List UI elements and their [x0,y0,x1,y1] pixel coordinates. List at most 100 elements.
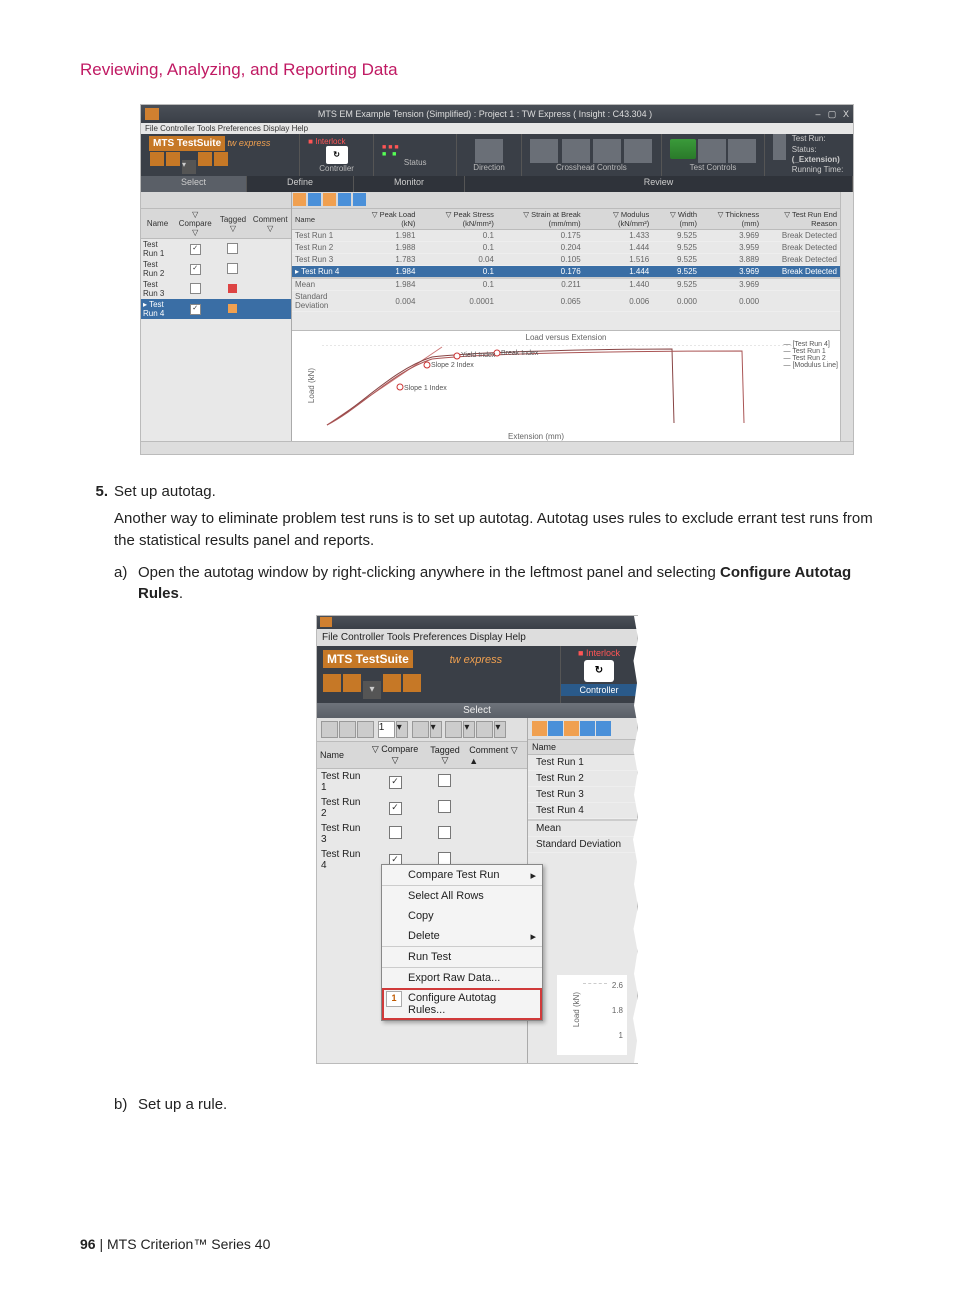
dropdown-icon[interactable]: ▾ [494,721,506,738]
report-icon[interactable] [773,134,786,160]
toolbar-icon[interactable] [321,721,338,738]
menu-item-delete[interactable]: Delete▸ [382,926,542,946]
crosshead-button[interactable] [624,139,652,163]
compare-checkbox[interactable] [190,283,201,294]
pause-button[interactable] [698,139,726,163]
controller-reset-icon[interactable]: ↻ [584,660,614,682]
left-toolbar[interactable] [141,192,291,209]
toolbar-icon[interactable] [343,674,361,692]
menu-item-export[interactable]: Export Raw Data... [382,967,542,988]
col-comment[interactable]: Comment ▽ [250,209,292,239]
compare-checkbox[interactable] [389,802,402,815]
menu-item-compare[interactable]: Compare Test Run▸ [382,865,542,885]
controller-reset-icon[interactable]: ↻ [326,146,348,164]
col-name[interactable]: Name [528,740,637,755]
table-row[interactable]: Test Run 2 [528,771,637,787]
table-row[interactable]: Test Run 4 [528,803,637,819]
toolbar-icon[interactable] [445,721,462,738]
window-close-button[interactable]: X [839,109,853,119]
horizontal-scrollbar[interactable] [141,441,853,454]
toolbar-icon[interactable] [357,721,374,738]
menu-bar[interactable]: File Controller Tools Preferences Displa… [141,123,853,134]
col-tagged[interactable]: Tagged ▽ [216,209,249,239]
toolbar-icon[interactable] [353,193,366,206]
toolbar-icon[interactable] [198,152,212,166]
dropdown-icon[interactable]: ▾ [430,721,442,738]
table-row[interactable]: Test Run 1 [528,755,637,771]
toolbar-icons[interactable]: ▾ [323,674,554,699]
tab-review[interactable]: Review [465,176,853,192]
menu-bar[interactable]: File Controller Tools Preferences Displa… [317,629,637,646]
toolbar-icon[interactable]: 1 [378,721,395,738]
table-row[interactable]: Test Run 11.9810.10.1751.4339.5253.969Br… [292,230,840,242]
compare-checkbox[interactable] [389,776,402,789]
vertical-scrollbar[interactable] [840,192,853,441]
left-toolbar[interactable]: 1▾ ▾ ▾▾ [317,718,527,742]
compare-checkbox[interactable] [190,304,201,315]
results-toolbar[interactable] [528,718,637,740]
table-row-selected[interactable]: ▸ Test Run 41.9840.10.1761.4449.5253.969… [292,266,840,279]
menu-item-configure-autotag[interactable]: 1 Configure Autotag Rules... [382,988,542,1020]
toolbar-icon[interactable] [532,721,547,736]
dropdown-icon[interactable]: ▾ [396,721,408,738]
crosshead-button[interactable] [593,139,621,163]
toolbar-icon[interactable] [323,674,341,692]
toolbar-icon[interactable] [383,674,401,692]
table-row[interactable]: Test Run 1 [141,239,291,260]
tagged-checkbox[interactable] [438,826,451,839]
table-row[interactable]: Test Run 3 [317,821,527,847]
toolbar-icon[interactable] [476,721,493,738]
table-row[interactable]: Test Run 21.9880.10.2041.4449.5253.959Br… [292,242,840,254]
compare-checkbox[interactable] [190,264,201,275]
toolbar-icon[interactable] [339,721,356,738]
toolbar-icon[interactable] [214,152,228,166]
toolbar-icon[interactable] [166,152,180,166]
tagged-checkbox[interactable] [228,304,237,313]
toolbar-icon[interactable] [596,721,611,736]
menu-item-select-all[interactable]: Select All Rows [382,885,542,906]
toolbar-icon[interactable] [293,193,306,206]
compare-checkbox[interactable] [190,244,201,255]
toolbar-icon[interactable] [564,721,579,736]
menu-item-run-test[interactable]: Run Test [382,946,542,967]
toolbar-icon[interactable] [412,721,429,738]
toolbar-icons[interactable]: ▾ [149,151,291,175]
table-row[interactable]: Test Run 3 [528,787,637,803]
tagged-checkbox[interactable] [227,263,238,274]
table-row-selected[interactable]: ▸ Test Run 4 [141,299,291,319]
tab-select[interactable]: Select [141,176,247,192]
table-row[interactable]: Test Run 31.7830.040.1051.5169.5253.889B… [292,254,840,266]
col-compare[interactable]: ▽ Compare ▽ [174,209,216,239]
toolbar-icon[interactable] [548,721,563,736]
crosshead-button[interactable] [562,139,590,163]
col-name[interactable]: Name [141,209,174,239]
toolbar-icon[interactable]: ▾ [363,681,381,699]
window-minimize-button[interactable]: – [811,109,825,119]
crosshead-button[interactable] [530,139,558,163]
tagged-checkbox[interactable] [438,774,451,787]
results-toolbar[interactable] [292,192,840,209]
run-button[interactable] [670,139,696,159]
tagged-checkbox[interactable] [438,800,451,813]
stop-button[interactable] [728,139,756,163]
tab-select[interactable]: Select [317,703,637,718]
compare-checkbox[interactable] [389,826,402,839]
toolbar-icon[interactable]: ▾ [182,160,196,174]
menu-item-copy[interactable]: Copy [382,906,542,926]
toolbar-icon[interactable] [308,193,321,206]
tab-define[interactable]: Define [247,176,354,192]
results-grid[interactable]: Name ▽ Peak Load (kN) ▽ Peak Stress (kN/… [292,209,840,312]
test-run-table[interactable]: Name ▽ Compare ▽ Tagged ▽ Comment ▽ Test… [141,209,291,319]
table-row[interactable]: Test Run 3 [141,279,291,299]
dropdown-icon[interactable]: ▾ [463,721,475,738]
toolbar-icon[interactable] [338,193,351,206]
toolbar-icon[interactable] [150,152,164,166]
window-maximize-button[interactable]: ▢ [825,109,839,120]
tagged-checkbox[interactable] [227,243,238,254]
table-row[interactable]: Test Run 1 [317,769,527,796]
tab-monitor[interactable]: Monitor [354,176,465,192]
table-row[interactable]: Test Run 2 [317,795,527,821]
direction-control[interactable] [475,139,503,163]
toolbar-icon[interactable] [580,721,595,736]
toolbar-icon[interactable] [323,193,336,206]
